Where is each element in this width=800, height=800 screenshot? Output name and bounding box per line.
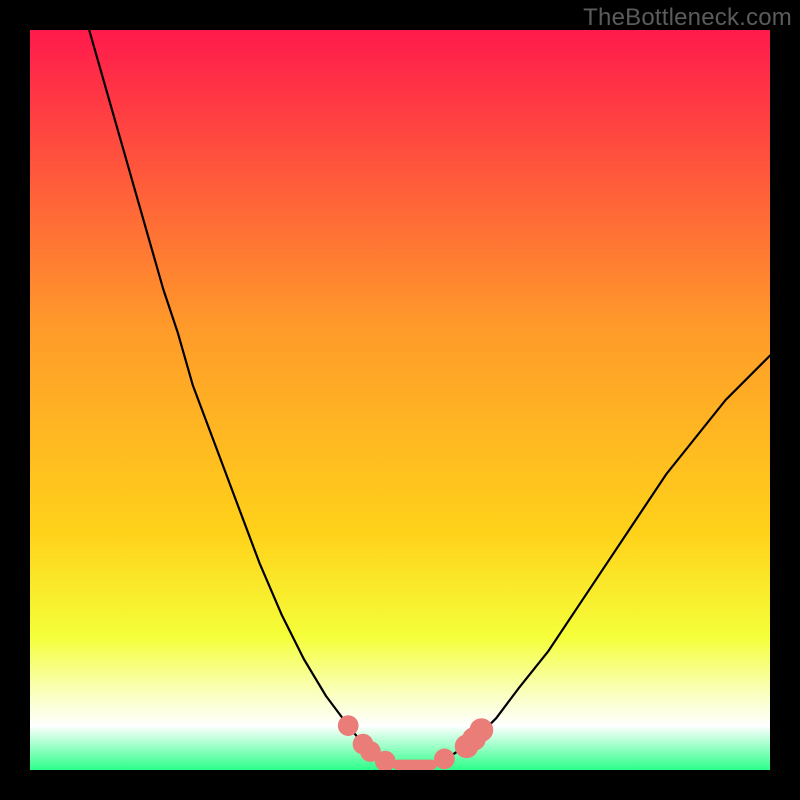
chart-frame: TheBottleneck.com (0, 0, 800, 800)
curve-marker (434, 749, 455, 770)
watermark-text: TheBottleneck.com (583, 4, 792, 32)
gradient-background (30, 30, 770, 770)
curve-marker (338, 715, 359, 736)
trough-marker-bar (393, 760, 437, 770)
curve-marker (470, 718, 494, 742)
bottleneck-plot (30, 30, 770, 770)
